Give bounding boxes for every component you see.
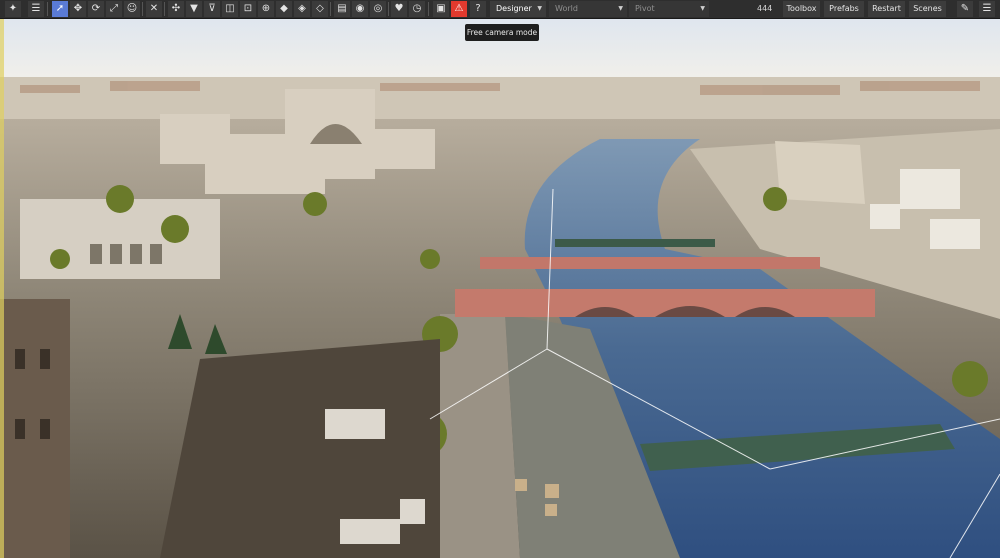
mode-dropdown[interactable]: Designer ▼ <box>490 1 546 17</box>
scene-viewport[interactable] <box>0 19 1000 558</box>
grid-snap-icon[interactable]: ✣ <box>168 1 184 17</box>
save-icon[interactable]: ▣ <box>433 1 449 17</box>
align-icon[interactable]: ⊽ <box>204 1 220 17</box>
toolbar-separator <box>428 2 429 16</box>
snap-off-icon[interactable]: ✕ <box>146 1 162 17</box>
help-icon[interactable]: ? <box>470 1 486 17</box>
mirror-icon[interactable]: ◫ <box>222 1 238 17</box>
chevron-down-icon: ▼ <box>618 5 623 12</box>
scene-render[interactable] <box>0 19 1000 558</box>
clock-icon[interactable]: ◷ <box>409 1 425 17</box>
prefabs-button[interactable]: Prefabs <box>824 1 864 17</box>
bridge-arches <box>575 306 795 317</box>
scenes-button[interactable]: Scenes <box>909 1 946 17</box>
editor-toolbar: ✦ ☰ ➚ ✥ ⟳ ⤢ ☺ ✕ ✣ ▼ ⊽ ◫ ⊡ ⊕ ◆ ◈ ◇ ▤ ◉ ◎ … <box>0 0 1000 19</box>
restart-button[interactable]: Restart <box>868 1 905 17</box>
chevron-down-icon: ▼ <box>537 5 542 12</box>
ruined-building <box>775 141 865 204</box>
corner-tower <box>0 299 70 558</box>
toolbar-separator <box>388 2 389 16</box>
app-logo-icon[interactable]: ✦ <box>5 1 21 17</box>
toolbox-button[interactable]: Toolbox <box>783 1 820 17</box>
target-icon[interactable]: ⊕ <box>258 1 274 17</box>
hamburger-menu-icon[interactable]: ☰ <box>28 1 44 17</box>
waypoint-remove-icon[interactable]: ◇ <box>312 1 328 17</box>
pivot-dropdown[interactable]: Pivot ▼ <box>629 1 709 17</box>
toolbar-separator <box>330 2 331 16</box>
drop-to-ground-icon[interactable]: ▼ <box>186 1 202 17</box>
waypoint-link-icon[interactable]: ◈ <box>294 1 310 17</box>
bounds-icon[interactable]: ⊡ <box>240 1 256 17</box>
coord-space-value: World <box>555 4 578 13</box>
toolbar-separator <box>142 2 143 16</box>
waypoint-icon[interactable]: ◆ <box>276 1 292 17</box>
health-heart-icon[interactable]: ♥ <box>391 1 407 17</box>
pivot-value: Pivot <box>635 4 655 13</box>
coord-space-dropdown[interactable]: World ▼ <box>549 1 627 17</box>
toolbar-separator <box>47 2 48 16</box>
warning-icon[interactable]: ⚠ <box>451 1 467 17</box>
mode-dropdown-value: Designer <box>496 4 532 13</box>
chevron-down-icon: ▼ <box>700 5 705 12</box>
scale-tool-icon[interactable]: ⤢ <box>106 1 122 17</box>
view-icon[interactable]: ◎ <box>370 1 386 17</box>
camera-icon[interactable]: ◉ <box>352 1 368 17</box>
bridge-rear <box>480 257 820 269</box>
wrench-settings-icon[interactable]: ✎ <box>957 1 973 17</box>
object-tool-icon[interactable]: ☺ <box>124 1 140 17</box>
viewport-edge-marker <box>0 19 4 558</box>
pontoon-bridge-far <box>555 239 715 247</box>
editor-window: ✦ ☰ ➚ ✥ ⟳ ⤢ ☺ ✕ ✣ ▼ ⊽ ◫ ⊡ ⊕ ◆ ◈ ◇ ▤ ◉ ◎ … <box>0 0 1000 558</box>
move-tool-icon[interactable]: ✥ <box>70 1 86 17</box>
new-document-icon[interactable]: ▤ <box>334 1 350 17</box>
more-menu-icon[interactable]: ☰ <box>979 1 995 17</box>
object-count: 444 <box>757 4 773 13</box>
rotate-tool-icon[interactable]: ⟳ <box>88 1 104 17</box>
select-tool-icon[interactable]: ➚ <box>52 1 68 17</box>
tooltip-free-camera: Free camera mode <box>465 24 539 41</box>
toolbar-separator <box>164 2 165 16</box>
